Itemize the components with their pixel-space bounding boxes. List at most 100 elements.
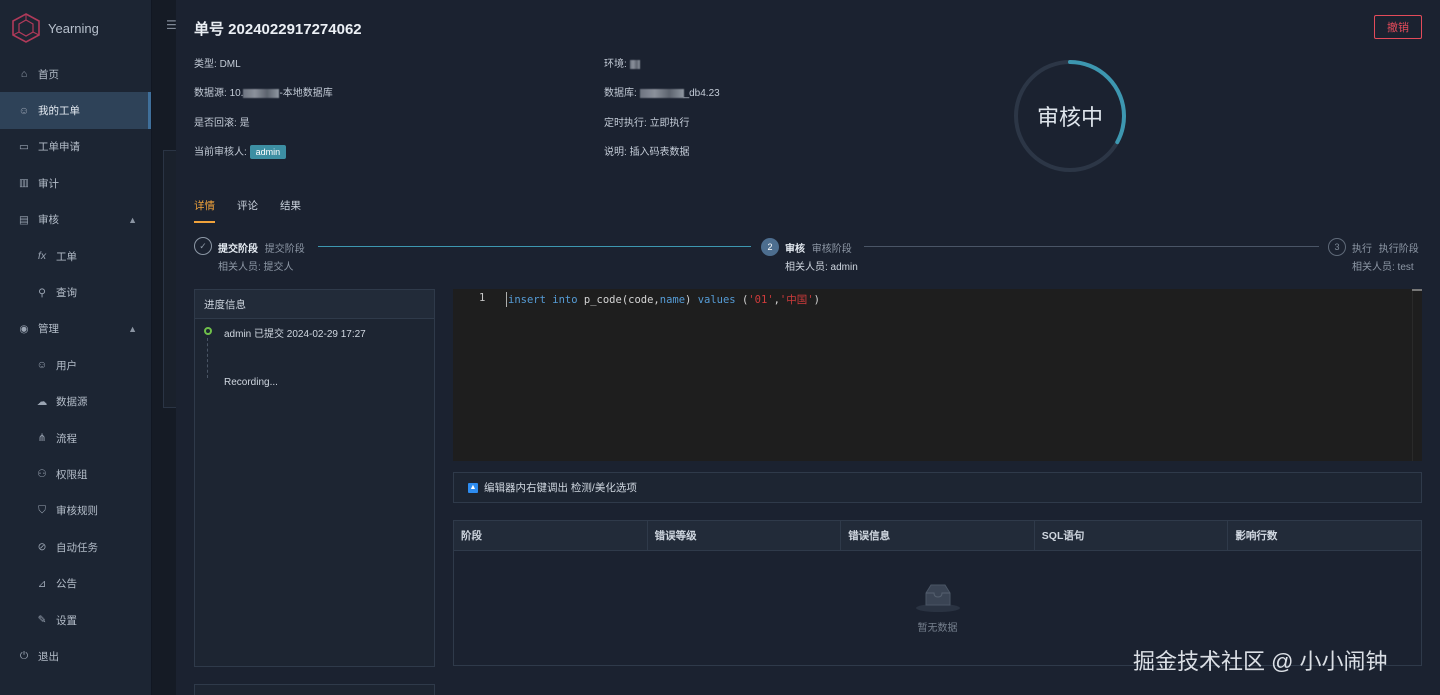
- empty-box-icon: [915, 584, 960, 612]
- info-database-suffix: _db4.23: [683, 88, 720, 99]
- step-2-desc: 相关人员: admin: [785, 262, 858, 273]
- redacted-mask: [639, 88, 684, 98]
- progress-panel: 进度信息 admin 已提交 2024-02-29 17:27 Recordin…: [194, 289, 435, 667]
- watermark-text: 掘金技术社区 @ 小小闹钟: [1133, 649, 1388, 674]
- sidebar-item-permission-group[interactable]: ⚇ 权限组: [0, 456, 151, 492]
- sidebar-item-label: 权限组: [56, 468, 88, 481]
- info-env: 环境:: [604, 55, 640, 70]
- sidebar-item-settings[interactable]: ✎ 设置: [0, 602, 151, 638]
- line-number: 1: [479, 292, 486, 304]
- sidebar-item-label: 我的工单: [38, 105, 80, 118]
- sidebar-item-my-orders[interactable]: ☺ 我的工单: [0, 92, 151, 130]
- order-detail-drawer: 单号 2024022917274062 撤销 类型: DML 数据源: 10. -…: [176, 0, 1440, 695]
- paperclip-icon: ⊘: [37, 541, 47, 554]
- checkbox-icon[interactable]: ▲: [468, 482, 478, 493]
- sidebar-item-audit-rules[interactable]: ⛉ 审核规则: [0, 493, 151, 529]
- eye-icon: ◉: [19, 322, 29, 335]
- group-icon: ⚇: [37, 468, 47, 481]
- column-header[interactable]: 影响行数: [1228, 521, 1421, 550]
- tab-result[interactable]: 结果: [280, 198, 301, 223]
- column-header[interactable]: SQL语句: [1035, 521, 1229, 550]
- timeline-entry-recording: Recording...: [224, 377, 278, 388]
- yearning-logo-icon: [12, 13, 40, 43]
- sidebar-item-datasource[interactable]: ☁ 数据源: [0, 384, 151, 420]
- sidebar-item-review[interactable]: ▤ 审核 ▲: [0, 202, 151, 238]
- sidebar-item-label: 管理: [38, 323, 59, 336]
- editor-hint-text: 编辑器内右键调出 检测/美化选项: [484, 482, 637, 494]
- column-header[interactable]: 阶段: [454, 521, 648, 550]
- info-datasource-label: 数据源:: [194, 88, 227, 99]
- info-auditor: 当前审核人: admin: [194, 143, 287, 159]
- sidebar-item-review-orders[interactable]: fx 工单: [0, 238, 151, 274]
- step-3-number: 3: [1328, 238, 1346, 256]
- flow-icon: ⋔: [37, 432, 47, 445]
- sidebar-item-label: 用户: [56, 359, 77, 372]
- step-subtitle-text: 审核阶段: [811, 244, 852, 255]
- redacted-mask: [243, 88, 280, 98]
- secondary-panel: [194, 684, 435, 695]
- step-3-desc: 相关人员: test: [1352, 262, 1414, 273]
- sidebar-item-manage[interactable]: ◉ 管理 ▲: [0, 311, 151, 347]
- sidebar-item-audit-log[interactable]: ▥ 审计: [0, 165, 151, 201]
- audit-icon: ▤: [19, 213, 29, 226]
- tab-detail[interactable]: 详情: [194, 198, 215, 223]
- editor-overview-ruler: [1412, 289, 1422, 291]
- info-timing-label: 定时执行:: [604, 118, 647, 129]
- info-rollback-value: 是: [239, 118, 250, 129]
- empty-text: 暂无数据: [917, 623, 958, 634]
- sidebar-item-label: 工单: [56, 250, 77, 263]
- sidebar-item-users[interactable]: ☺ 用户: [0, 347, 151, 383]
- sidebar-item-review-query[interactable]: ⚲ 查询: [0, 274, 151, 310]
- info-auditor-label: 当前审核人:: [194, 147, 247, 158]
- code-line[interactable]: insert into p_code(code,name) values ('0…: [506, 292, 820, 307]
- sidebar-item-label: 首页: [38, 68, 59, 81]
- sidebar-item-flow[interactable]: ⋔ 流程: [0, 420, 151, 456]
- step-2-number: 2: [761, 238, 779, 256]
- wrench-icon: ✎: [37, 614, 47, 627]
- home-icon: ⌂: [20, 68, 28, 81]
- sidebar: Yearning ⌂ 首页 ☺ 我的工单 ▭ 工单申请 ▥ 审计 ▤ 审核 ▲ fx 工单 ⚲…: [0, 0, 152, 695]
- rule-icon: ⛉: [38, 504, 46, 517]
- step-2-title: 审核 审核阶段: [785, 240, 852, 255]
- function-icon: fx: [37, 250, 47, 263]
- info-description-value: 插入码表数据: [629, 147, 690, 158]
- redacted-mask: [629, 59, 640, 69]
- sidebar-item-label: 流程: [56, 432, 77, 445]
- step-title-text: 提交阶段: [218, 244, 258, 255]
- table-header: 阶段 错误等级 错误信息 SQL语句 影响行数: [454, 521, 1421, 551]
- sidebar-item-label: 退出: [38, 650, 59, 663]
- order-title: 单号 2024022917274062: [194, 21, 362, 38]
- auditor-tag: admin: [249, 145, 287, 159]
- info-env-label: 环境:: [604, 59, 627, 70]
- info-timing-value: 立即执行: [649, 118, 690, 129]
- sidebar-item-announcement[interactable]: ⊿ 公告: [0, 565, 151, 601]
- column-header[interactable]: 错误等级: [648, 521, 842, 550]
- editor-scrollbar[interactable]: [1412, 289, 1422, 461]
- chevron-up-icon: ▲: [128, 214, 137, 225]
- sidebar-item-home[interactable]: ⌂ 首页: [0, 56, 151, 92]
- info-database: 数据库: _db4.23: [604, 84, 720, 99]
- step-subtitle-text: 执行阶段: [1378, 244, 1419, 255]
- sidebar-item-label: 数据源: [56, 396, 88, 409]
- sidebar-item-order-apply[interactable]: ▭ 工单申请: [0, 129, 151, 165]
- step-1-title: 提交阶段 提交阶段: [218, 240, 305, 255]
- revoke-button[interactable]: 撤销: [1374, 15, 1422, 39]
- status-text: 审核中: [1036, 105, 1103, 130]
- app-logo[interactable]: Yearning: [0, 0, 151, 56]
- sidebar-item-label: 审核: [38, 214, 59, 227]
- column-header[interactable]: 错误信息: [841, 521, 1035, 550]
- sql-editor[interactable]: 1 insert into p_code(code,name) values (…: [453, 289, 1422, 461]
- monitor-icon: ▭: [19, 140, 29, 153]
- cloud-icon: ☁: [36, 395, 48, 408]
- info-datasource-prefix: 10.: [229, 88, 244, 99]
- sidebar-item-logout[interactable]: ⏻ 退出: [0, 638, 151, 674]
- sidebar-item-label: 审核规则: [56, 505, 98, 518]
- sidebar-item-auto-task[interactable]: ⊘ 自动任务: [0, 529, 151, 565]
- chevron-up-icon: ▲: [128, 323, 137, 334]
- editor-hint-bar[interactable]: ▲ 编辑器内右键调出 检测/美化选项: [453, 472, 1422, 503]
- sidebar-item-label: 公告: [56, 578, 77, 591]
- info-description-label: 说明:: [604, 147, 627, 158]
- timeline-connector: [207, 338, 208, 378]
- tab-comment[interactable]: 评论: [237, 198, 258, 223]
- empty-state: 暂无数据: [454, 581, 1421, 634]
